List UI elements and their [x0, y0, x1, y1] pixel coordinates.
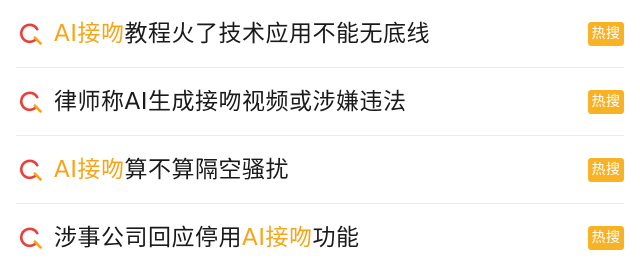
- keyword-highlight: AI接吻: [54, 157, 125, 183]
- search-icon: [18, 89, 44, 115]
- search-icon: [18, 225, 44, 251]
- keyword-highlight: AI接吻: [242, 225, 313, 251]
- hot-search-title: 涉事公司回应停用AI接吻功能: [54, 225, 360, 251]
- hot-search-list: AI接吻教程火了技术应用不能无底线 热搜 律师称AI生成接吻视频或涉嫌违法 热搜…: [0, 0, 640, 273]
- search-icon: [18, 21, 44, 47]
- hot-badge: 热搜: [588, 22, 624, 46]
- search-icon: [18, 157, 44, 183]
- hot-badge: 热搜: [588, 90, 624, 114]
- hot-search-item[interactable]: AI接吻算不算隔空骚扰 热搜: [0, 136, 640, 204]
- hot-search-item[interactable]: 律师称AI生成接吻视频或涉嫌违法 热搜: [0, 68, 640, 136]
- hot-search-title: AI接吻教程火了技术应用不能无底线: [54, 21, 431, 47]
- hot-badge: 热搜: [588, 226, 624, 250]
- keyword-highlight: AI接吻: [54, 21, 125, 47]
- hot-search-item[interactable]: AI接吻教程火了技术应用不能无底线 热搜: [0, 0, 640, 68]
- hot-search-title: AI接吻算不算隔空骚扰: [54, 157, 290, 183]
- hot-badge: 热搜: [588, 158, 624, 182]
- hot-search-item[interactable]: 涉事公司回应停用AI接吻功能 热搜: [0, 204, 640, 272]
- hot-search-title: 律师称AI生成接吻视频或涉嫌违法: [54, 89, 407, 115]
